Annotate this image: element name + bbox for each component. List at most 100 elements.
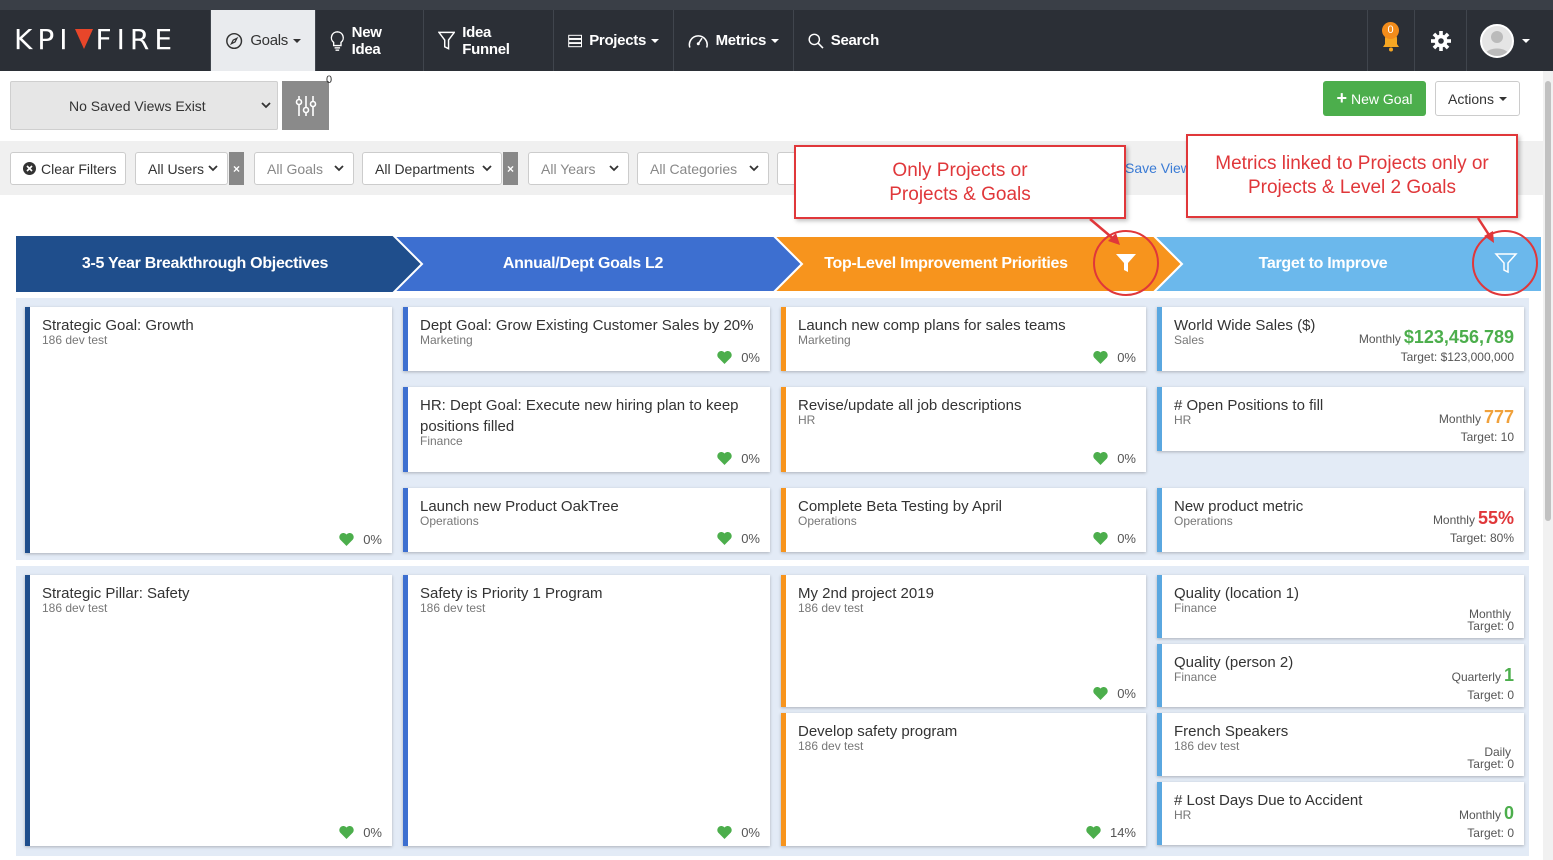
goal-card[interactable]: Launch new Product OakTree Operations 0% xyxy=(403,488,770,552)
user-menu[interactable] xyxy=(1466,10,1543,71)
chevron-down-icon xyxy=(334,165,344,172)
vertical-scrollbar[interactable] xyxy=(1543,71,1553,860)
goals-filter-select[interactable]: All Goals xyxy=(254,152,354,185)
metric-target: Target: 0 xyxy=(1467,757,1514,771)
users-filter-select[interactable]: All Users xyxy=(135,152,228,185)
callout-metrics: Metrics linked to Projects only or Proje… xyxy=(1186,134,1518,218)
new-goal-button[interactable]: + New Goal xyxy=(1323,81,1426,116)
metric-target: Target: 10 xyxy=(1460,430,1514,444)
chevron-down-icon xyxy=(1522,38,1530,43)
card-subtitle: 186 dev test xyxy=(42,333,108,347)
settings-button[interactable] xyxy=(1414,10,1466,71)
goal-card[interactable]: HR: Dept Goal: Execute new hiring plan t… xyxy=(403,387,770,472)
heart-icon xyxy=(717,826,732,839)
metric-value: 1 xyxy=(1503,665,1514,685)
chevron-down-icon xyxy=(771,38,779,43)
nav-goals[interactable]: Goals xyxy=(210,10,315,71)
card-progress-value: 0% xyxy=(741,350,760,365)
project-card[interactable]: My 2nd project 2019 186 dev test 0% xyxy=(781,575,1146,707)
column-headers: 3-5 Year Breakthrough Objectives Annual/… xyxy=(16,236,1542,292)
avatar xyxy=(1480,23,1514,58)
metric-value-row: Monthly 0 xyxy=(1459,803,1514,824)
metric-card[interactable]: # Lost Days Due to Accident HR Monthly 0 … xyxy=(1157,782,1524,845)
top-navbar: KPI FIRE Goals New Idea Idea Funnel Proje… xyxy=(0,0,1553,71)
nav-new-idea-label: New Idea xyxy=(351,23,382,58)
kpifire-logo[interactable]: KPI FIRE xyxy=(14,22,178,56)
chevron-down-icon xyxy=(293,38,301,43)
card-progress-value: 0% xyxy=(1117,451,1136,466)
card-subtitle: 186 dev test xyxy=(798,739,864,753)
card-subtitle: 186 dev test xyxy=(798,601,864,615)
objective-card[interactable]: Strategic Pillar: Safety 186 dev test 0% xyxy=(25,575,392,846)
scrollbar-thumb[interactable] xyxy=(1545,81,1551,521)
chevron-down-icon xyxy=(609,165,619,172)
clear-users-filter-button[interactable]: × xyxy=(229,152,244,185)
search-icon xyxy=(808,33,824,49)
project-card[interactable]: Complete Beta Testing by April Operation… xyxy=(781,488,1146,552)
metric-card[interactable]: # Open Positions to fill HR Monthly 777 T… xyxy=(1157,387,1524,451)
card-subtitle: Operations xyxy=(1174,514,1233,528)
highlight-ring-projects xyxy=(1093,230,1159,296)
chevron-down-icon xyxy=(261,102,271,109)
years-filter-select[interactable]: All Years xyxy=(528,152,629,185)
metric-card[interactable]: World Wide Sales ($) Sales Monthly $123,4… xyxy=(1157,307,1524,371)
column-title-metrics: Target to Improve xyxy=(1258,255,1388,272)
metric-value: 0 xyxy=(1503,803,1514,823)
clear-filters-label: Clear Filters xyxy=(41,160,117,177)
goal-card[interactable]: Safety is Priority 1 Program 186 dev tes… xyxy=(403,575,770,846)
departments-filter-select[interactable]: All Departments xyxy=(362,152,502,185)
metric-card[interactable]: French Speakers 186 dev test Daily Targe… xyxy=(1157,713,1524,776)
metric-card[interactable]: Quality (location 1) Finance Monthly Tar… xyxy=(1157,575,1524,638)
heart-icon xyxy=(1093,452,1108,465)
nav-metrics[interactable]: Metrics xyxy=(673,10,793,71)
project-card[interactable]: Launch new comp plans for sales teams Ma… xyxy=(781,307,1146,371)
new-goal-label: New Goal xyxy=(1351,90,1413,107)
card-progress: 0% xyxy=(717,451,760,466)
filter-settings-button[interactable] xyxy=(282,81,329,130)
card-progress-value: 0% xyxy=(1117,686,1136,701)
actions-dropdown[interactable]: Actions xyxy=(1435,81,1520,116)
funnel-icon xyxy=(438,31,456,50)
column-title-projects: Top-Level Improvement Priorities xyxy=(824,255,1068,272)
column-title-goals: Annual/Dept Goals L2 xyxy=(502,255,664,272)
metric-target: Target: 0 xyxy=(1467,688,1514,702)
card-progress: 0% xyxy=(339,825,382,840)
notification-badge: 0 xyxy=(1382,22,1399,39)
metric-card[interactable]: Quality (person 2) Finance Quarterly 1 Ta… xyxy=(1157,644,1524,707)
callout-projects: Only Projects or Projects & Goals xyxy=(794,145,1126,219)
heart-icon xyxy=(339,533,354,546)
highlight-ring-metrics xyxy=(1472,230,1538,296)
saved-views-select[interactable]: No Saved Views Exist xyxy=(10,81,278,130)
nav-search[interactable]: Search xyxy=(793,10,893,71)
card-progress-value: 0% xyxy=(363,532,382,547)
metric-value-row: Monthly 777 xyxy=(1439,407,1514,428)
card-progress: 14% xyxy=(1086,825,1136,840)
clear-filters-button[interactable]: Clear Filters xyxy=(10,152,126,185)
heart-icon xyxy=(717,452,732,465)
card-subtitle: Finance xyxy=(1174,670,1217,684)
years-filter-value: All Years xyxy=(541,160,596,177)
goal-card[interactable]: Dept Goal: Grow Existing Customer Sales … xyxy=(403,307,770,371)
actions-label: Actions xyxy=(1448,90,1494,107)
card-subtitle: HR xyxy=(1174,808,1192,822)
save-view-link[interactable]: Save View xyxy=(1125,160,1187,176)
nav-projects[interactable]: Projects xyxy=(553,10,673,71)
card-progress-value: 0% xyxy=(741,451,760,466)
project-card[interactable]: Develop safety program 186 dev test 14% xyxy=(781,713,1146,846)
categories-filter-select[interactable]: All Categories xyxy=(637,152,769,185)
notifications-button[interactable]: 0 xyxy=(1367,10,1414,71)
metric-value: 55% xyxy=(1477,508,1514,528)
clear-departments-filter-button[interactable]: × xyxy=(503,152,518,185)
nav-new-idea[interactable]: New Idea xyxy=(315,10,423,71)
metric-target: Target: 0 xyxy=(1467,826,1514,840)
logo-text-left: KPI xyxy=(14,22,73,56)
objective-card[interactable]: Strategic Goal: Growth 186 dev test 0% xyxy=(25,307,392,553)
metric-frequency: Monthly xyxy=(1432,513,1475,527)
card-subtitle: 186 dev test xyxy=(420,601,486,615)
logo-text-right: FIRE xyxy=(95,22,178,56)
project-card[interactable]: Revise/update all job descriptions HR 0% xyxy=(781,387,1146,472)
card-progress-value: 14% xyxy=(1109,825,1136,840)
metric-card[interactable]: New product metric Operations Monthly 55%… xyxy=(1157,488,1524,552)
nav-idea-funnel[interactable]: Idea Funnel xyxy=(423,10,553,71)
card-progress: 0% xyxy=(1093,451,1136,466)
